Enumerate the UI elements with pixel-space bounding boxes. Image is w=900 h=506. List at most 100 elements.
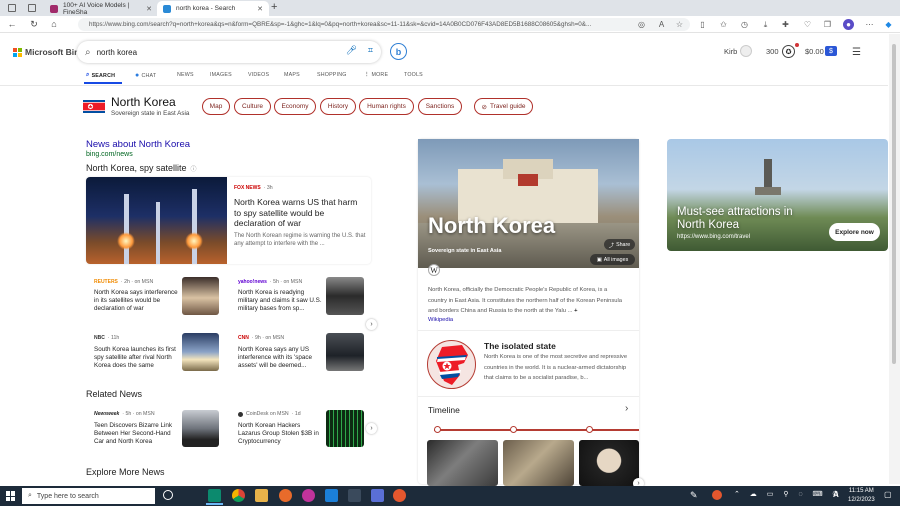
news-item-thumbnail[interactable]	[326, 333, 364, 371]
pill-history[interactable]: History	[320, 98, 356, 115]
related-item-thumbnail[interactable]	[182, 410, 219, 447]
attractions-title[interactable]: Must-see attractions in North Korea	[677, 206, 817, 232]
notifications-icon[interactable]: ▢	[884, 490, 892, 499]
attractions-url[interactable]: https://www.bing.com/travel	[677, 234, 750, 240]
isolated-state-image[interactable]	[427, 340, 476, 389]
user-name[interactable]: Kirb	[724, 47, 737, 56]
news-item-title[interactable]: North Korea says interference in its sat…	[94, 289, 178, 313]
split-screen-icon[interactable]: ▯	[697, 19, 708, 30]
pen-icon[interactable]: ✎	[690, 490, 698, 501]
news-source-url[interactable]: bing.com/news	[86, 151, 133, 158]
history-icon[interactable]: ◷	[739, 19, 750, 30]
timeline-dot[interactable]	[586, 426, 593, 433]
taskbar-chrome-icon[interactable]	[232, 489, 245, 502]
task-view-icon[interactable]	[163, 490, 173, 500]
tray-icons[interactable]: ⌃ ☁ ▭ ⚲ ◌ ⌨ ✆	[734, 490, 842, 498]
info-icon[interactable]: ⓘ	[191, 167, 197, 173]
tab-north-korea-search[interactable]: north korea - Search ✕	[157, 1, 269, 16]
bing-logo[interactable]: Microsoft Bing	[13, 47, 85, 57]
taskbar-app-icon[interactable]	[302, 489, 315, 502]
isolated-state-title[interactable]: The isolated state	[484, 341, 556, 351]
extensions-icon[interactable]: ✚	[780, 19, 791, 30]
tab-actions-icon[interactable]	[28, 4, 36, 12]
scrollbar-thumb[interactable]	[892, 44, 896, 364]
scope-chat[interactable]: ● CHAT	[135, 72, 156, 79]
wikipedia-icon[interactable]: W	[428, 264, 440, 276]
downloads-icon[interactable]: ⤓	[760, 19, 771, 30]
timeline-image[interactable]	[427, 440, 498, 486]
hamburger-menu-icon[interactable]: ☰	[852, 47, 861, 58]
performance-icon[interactable]: ♡	[802, 19, 813, 30]
taskbar-edge-dev-icon[interactable]	[208, 489, 221, 502]
pill-culture[interactable]: Culture	[234, 98, 271, 115]
avatar[interactable]	[740, 45, 752, 57]
tab-fineshare[interactable]: 100+ AI Voice Models | FineSha ✕	[44, 1, 158, 16]
taskbar-search-input[interactable]: ⌕ Type here to search	[22, 488, 155, 504]
pill-economy[interactable]: Economy	[274, 98, 316, 115]
new-tab-button[interactable]: +	[271, 1, 277, 13]
news-heading-link[interactable]: News about North Korea	[86, 139, 190, 150]
lead-news-title[interactable]: North Korea warns US that harm to spy sa…	[234, 197, 364, 229]
pill-map[interactable]: Map	[202, 98, 230, 115]
home-icon[interactable]: ⌂	[48, 18, 60, 30]
windows-start-icon[interactable]	[6, 491, 16, 501]
news-carousel-next-icon[interactable]: ›	[366, 319, 377, 330]
copilot-button[interactable]: b	[390, 43, 407, 60]
scope-shopping[interactable]: SHOPPING	[317, 72, 347, 78]
timeline-dot[interactable]	[510, 426, 517, 433]
related-carousel-next-icon[interactable]: ›	[366, 423, 377, 434]
wikipedia-link[interactable]: Wikipedia	[428, 317, 453, 323]
all-images-button[interactable]: ▣ All images	[590, 254, 635, 265]
close-tab-icon[interactable]: ✕	[146, 5, 152, 13]
share-button[interactable]: ⤴ Share	[604, 239, 635, 250]
taskbar-clock[interactable]: 11:15 AM 12/2/2023	[848, 487, 875, 504]
timeline-dot[interactable]	[434, 426, 441, 433]
scope-tools[interactable]: TOOLS	[404, 72, 423, 78]
lead-news-image[interactable]	[86, 177, 227, 264]
scope-more[interactable]: ⋮ MORE	[364, 72, 388, 78]
news-item-thumbnail[interactable]	[326, 277, 364, 315]
close-tab-icon[interactable]: ✕	[257, 5, 263, 13]
taskbar-edge-icon[interactable]	[325, 489, 338, 502]
copilot-sidebar-icon[interactable]: ◆	[883, 19, 894, 30]
news-item-title[interactable]: North Korea says any US interference wit…	[238, 346, 322, 370]
related-item-thumbnail[interactable]	[326, 410, 364, 447]
rewards-medal-icon[interactable]: ✪	[782, 45, 795, 58]
taskbar-app-icon[interactable]	[371, 489, 384, 502]
favorite-star-icon[interactable]: ☆	[674, 19, 685, 30]
scope-search[interactable]: ⌕ SEARCH	[86, 72, 115, 79]
timeline-image[interactable]	[503, 440, 574, 486]
visual-search-icon[interactable]: ⌗	[368, 45, 373, 56]
address-bar[interactable]: https://www.bing.com/search?q=north+kore…	[78, 18, 690, 31]
pill-sanctions[interactable]: Sanctions	[418, 98, 462, 115]
microphone-icon[interactable]: 🎤︎	[346, 45, 357, 56]
search-input[interactable]: ⌕ north korea 🎤︎ ⌗	[77, 41, 381, 63]
pill-travel-guide[interactable]: ⊘ Travel guide	[474, 98, 533, 115]
tray-app-icon[interactable]	[712, 490, 722, 500]
profile-icon[interactable]: ●	[843, 19, 854, 30]
scope-videos[interactable]: VIDEOS	[248, 72, 269, 78]
scope-images[interactable]: IMAGES	[210, 72, 232, 78]
location-icon[interactable]: ◎	[636, 19, 647, 30]
language-indicator[interactable]: A	[833, 490, 839, 499]
back-icon[interactable]: ←	[6, 18, 18, 30]
timeline-image[interactable]	[579, 440, 639, 486]
related-item-title[interactable]: North Korean Hackers Lazarus Group Stole…	[238, 422, 324, 446]
scope-maps[interactable]: MAPS	[284, 72, 300, 78]
collections-icon[interactable]: ❐	[822, 19, 833, 30]
scope-news[interactable]: NEWS	[177, 72, 194, 78]
read-aloud-icon[interactable]: A	[656, 19, 667, 30]
more-menu-icon[interactable]: ⋯	[864, 19, 875, 30]
news-item-title[interactable]: South Korea launches its first spy satel…	[94, 346, 178, 370]
expand-icon[interactable]: +	[574, 308, 577, 314]
taskbar-file-explorer-icon[interactable]	[255, 489, 268, 502]
refresh-icon[interactable]: ↻	[28, 18, 40, 30]
rewards-money[interactable]: $0.00	[805, 47, 824, 56]
timeline-next-icon[interactable]: ›	[625, 403, 628, 414]
rewards-points[interactable]: 300	[766, 47, 779, 56]
taskbar-app-icon[interactable]	[393, 489, 406, 502]
taskbar-firefox-icon[interactable]	[279, 489, 292, 502]
taskbar-app-icon[interactable]	[348, 489, 361, 502]
pill-human-rights[interactable]: Human rights	[359, 98, 414, 115]
related-item-title[interactable]: Teen Discovers Bizarre Link Between Her …	[94, 422, 178, 446]
